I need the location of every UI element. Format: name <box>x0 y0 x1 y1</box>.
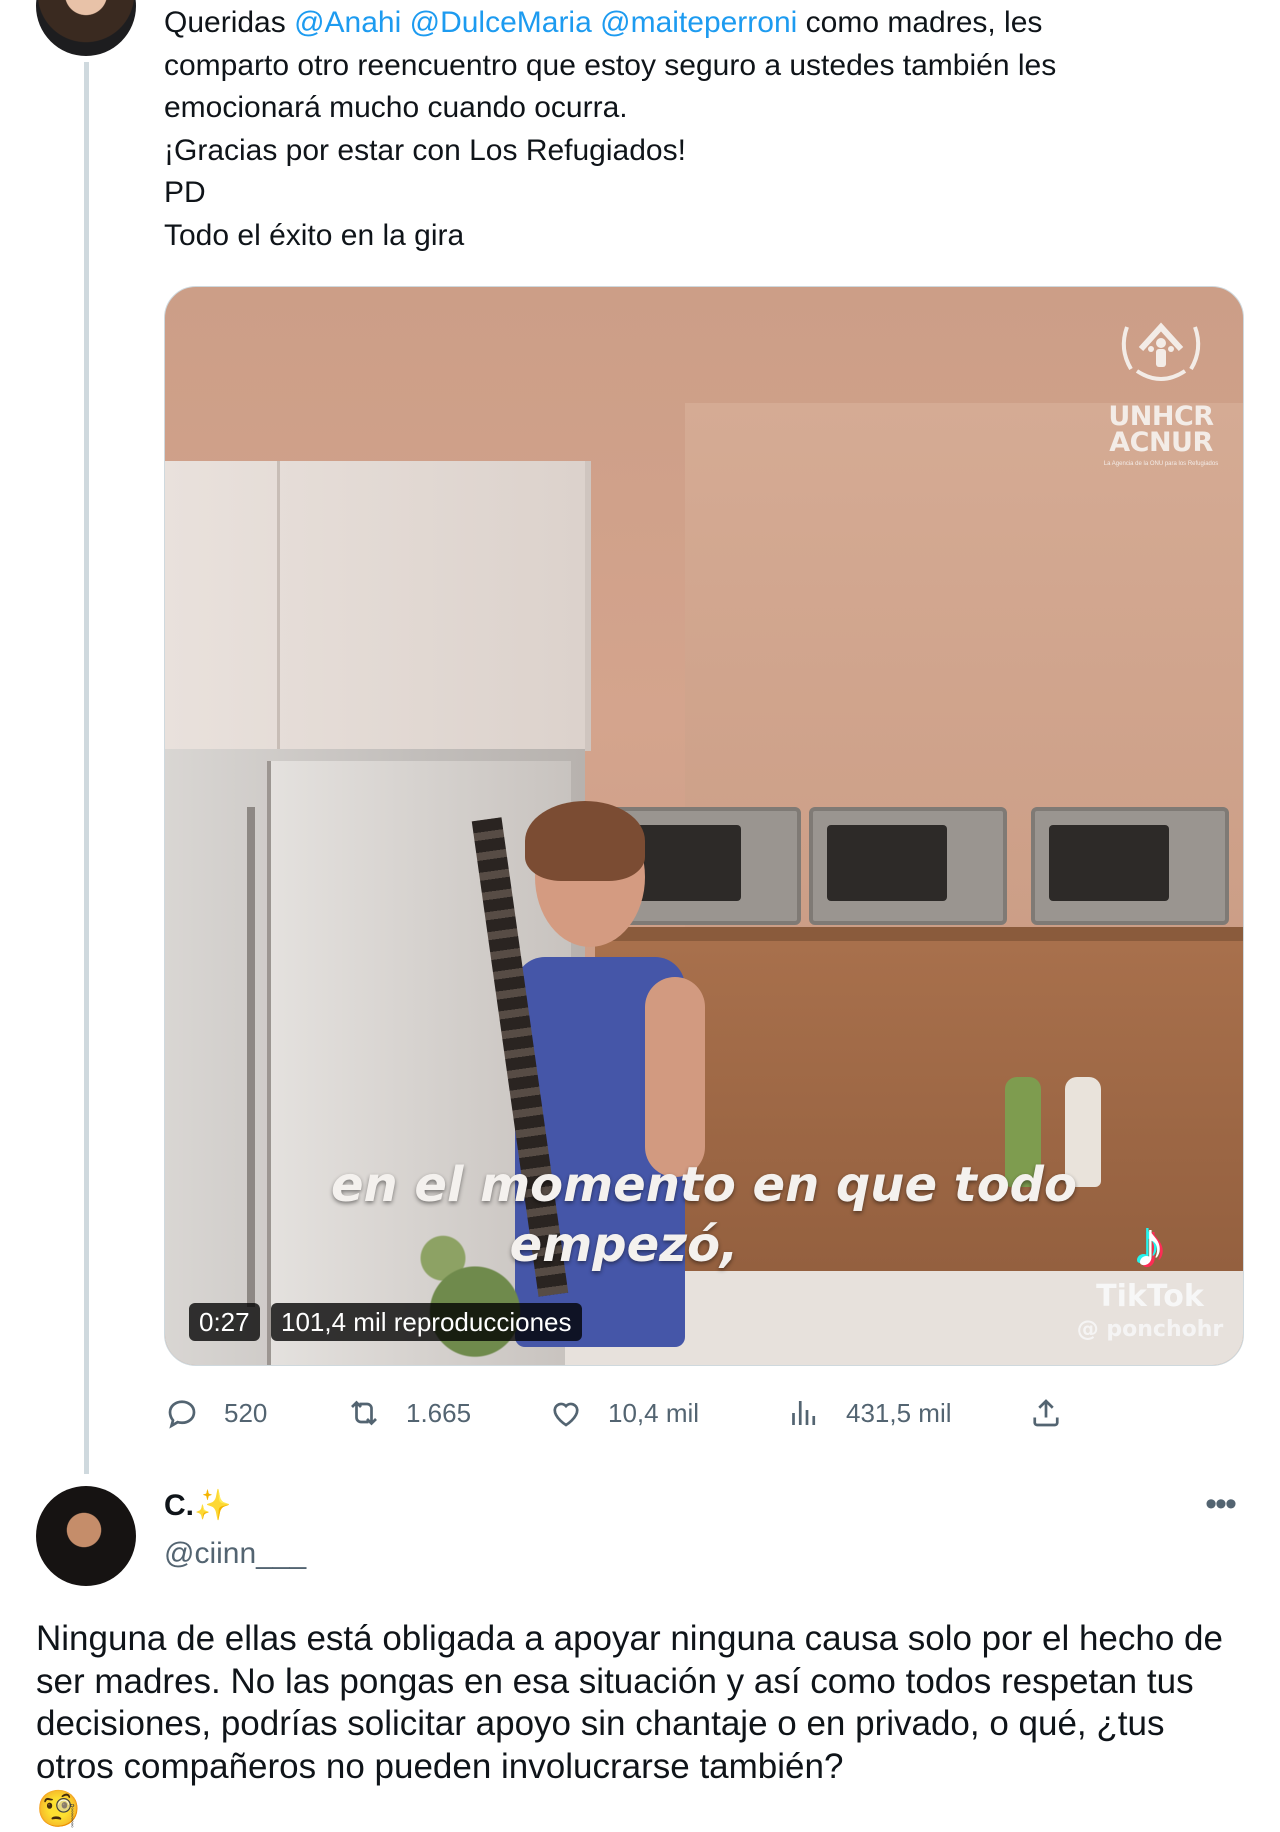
reply-author-handle[interactable]: @ciinn___ <box>164 1537 306 1571</box>
unhcr-emblem-icon <box>1121 322 1201 381</box>
reply-count: 520 <box>224 1397 268 1428</box>
author-avatar[interactable] <box>36 0 136 56</box>
retweet-button[interactable]: 1.665 <box>346 1388 471 1438</box>
like-count: 10,4 mil <box>608 1397 700 1428</box>
tiktok-label: TikTok <box>1096 1279 1204 1314</box>
tweet-text-body: como madres, les comparto otro reencuent… <box>164 6 1057 252</box>
reply-body: Ninguna de ellas está obligada a apoyar … <box>36 1619 1223 1786</box>
tweet-action-bar: 520 1.665 10,4 mil 431,5 mil <box>164 1388 1242 1438</box>
mention-dulcemaria[interactable]: @DulceMaria <box>410 6 592 39</box>
tiktok-logo-icon: ♪ <box>1134 1208 1166 1280</box>
video-scene-cabinet <box>165 461 591 751</box>
reply-button[interactable]: 520 <box>164 1388 267 1438</box>
unhcr-subtitle: La Agencia de la ONU para los Refugiados <box>1103 461 1219 467</box>
mention-anahi[interactable]: @Anahi <box>294 6 401 39</box>
monocle-emoji: 🧐 <box>36 1788 81 1829</box>
share-button[interactable] <box>1028 1388 1064 1438</box>
reply-author-name[interactable]: C.✨ <box>164 1488 231 1523</box>
reply-icon <box>168 1400 196 1429</box>
reply-author-avatar[interactable] <box>36 1486 136 1586</box>
like-button[interactable]: 10,4 mil <box>548 1388 699 1438</box>
tweet-text: Queridas @Anahi @DulceMaria @maiteperron… <box>164 2 1244 257</box>
like-icon <box>553 1402 579 1427</box>
video-scene-microwave <box>809 807 1007 925</box>
share-icon <box>1033 1399 1059 1427</box>
sparkles-emoji: ✨ <box>194 1489 232 1522</box>
thread-connector <box>84 62 89 1474</box>
views-button[interactable]: 431,5 mil <box>786 1388 952 1438</box>
more-icon[interactable]: ••• <box>1200 1487 1240 1532</box>
video-player[interactable]: UNHCR ACNUR La Agencia de la ONU para lo… <box>164 286 1244 1366</box>
retweet-count: 1.665 <box>406 1397 472 1428</box>
unhcr-watermark: UNHCR ACNUR La Agencia de la ONU para lo… <box>1101 309 1221 468</box>
views-icon <box>792 1401 816 1425</box>
acnur-label: ACNUR <box>1109 427 1213 458</box>
tiktok-watermark: ♪ TikTok @ ponchohr <box>1075 1209 1225 1345</box>
video-caption-line-1: en el momento en que todo <box>330 1157 1077 1213</box>
retweet-icon <box>351 1400 377 1426</box>
video-views-badge: 101,4 mil reproducciones <box>271 1303 582 1341</box>
video-caption-line-2: empezó, <box>509 1217 739 1273</box>
views-count: 431,5 mil <box>846 1397 952 1428</box>
reply-text: Ninguna de ellas está obligada a apoyar … <box>36 1618 1246 1832</box>
tiktok-handle: @ ponchohr <box>1076 1317 1224 1342</box>
tweet-text-prefix: Queridas <box>164 6 295 39</box>
reply-author-name-text: C. <box>164 1489 194 1522</box>
video-scene-cabinet-seam <box>277 461 280 751</box>
video-duration-badge: 0:27 <box>189 1303 260 1341</box>
video-scene-microwave <box>1031 807 1229 925</box>
mention-maiteperroni[interactable]: @maiteperroni <box>600 6 797 39</box>
